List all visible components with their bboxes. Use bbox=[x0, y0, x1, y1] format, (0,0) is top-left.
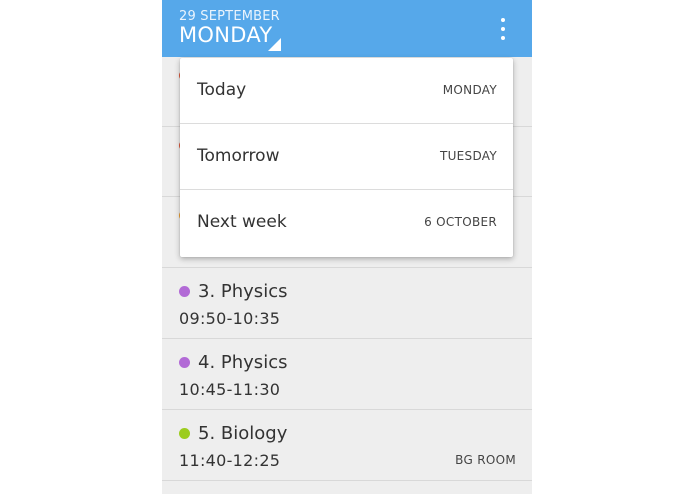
dropdown-triangle-icon[interactable] bbox=[268, 38, 281, 51]
menu-item-tomorrow[interactable]: Tomorrow TUESDAY bbox=[180, 124, 513, 190]
menu-item-label: Today bbox=[197, 80, 247, 100]
menu-item-detail: 6 OCTOBER bbox=[424, 215, 497, 229]
app-bar: 29 SEPTEMBER MONDAY bbox=[162, 0, 532, 57]
time-range: 09:50-10:35 bbox=[179, 309, 281, 328]
subject-title: 5. Biology bbox=[198, 423, 288, 444]
subject-color-dot bbox=[179, 428, 190, 439]
subject-color-dot bbox=[179, 357, 190, 368]
list-item[interactable]: 3. Physics 09:50-10:35 bbox=[162, 268, 532, 339]
list-item[interactable]: 5. Biology 11:40-12:25 BG ROOM bbox=[162, 410, 532, 481]
subject-title: 4. Physics bbox=[198, 352, 288, 373]
menu-item-today[interactable]: Today MONDAY bbox=[180, 58, 513, 124]
more-dot bbox=[501, 18, 505, 22]
list-item[interactable]: 4. Physics 10:45-11:30 bbox=[162, 339, 532, 410]
menu-item-next-week[interactable]: Next week 6 OCTOBER bbox=[180, 190, 513, 257]
more-dot bbox=[501, 36, 505, 40]
time-range: 11:40-12:25 bbox=[179, 451, 281, 470]
subject-color-dot bbox=[179, 286, 190, 297]
menu-item-label: Tomorrow bbox=[197, 146, 280, 166]
date-label: 29 SEPTEMBER bbox=[179, 9, 280, 24]
more-vertical-icon[interactable] bbox=[496, 17, 510, 41]
more-dot bbox=[501, 27, 505, 31]
room-label: BG ROOM bbox=[455, 453, 516, 467]
menu-item-label: Next week bbox=[197, 212, 287, 232]
date-options-menu: Today MONDAY Tomorrow TUESDAY Next week … bbox=[180, 58, 513, 257]
time-range: 10:45-11:30 bbox=[179, 380, 281, 399]
menu-item-detail: MONDAY bbox=[442, 83, 497, 97]
subject-title: 3. Physics bbox=[198, 281, 288, 302]
menu-item-detail: TUESDAY bbox=[439, 149, 497, 163]
day-selector[interactable]: MONDAY bbox=[179, 23, 273, 47]
